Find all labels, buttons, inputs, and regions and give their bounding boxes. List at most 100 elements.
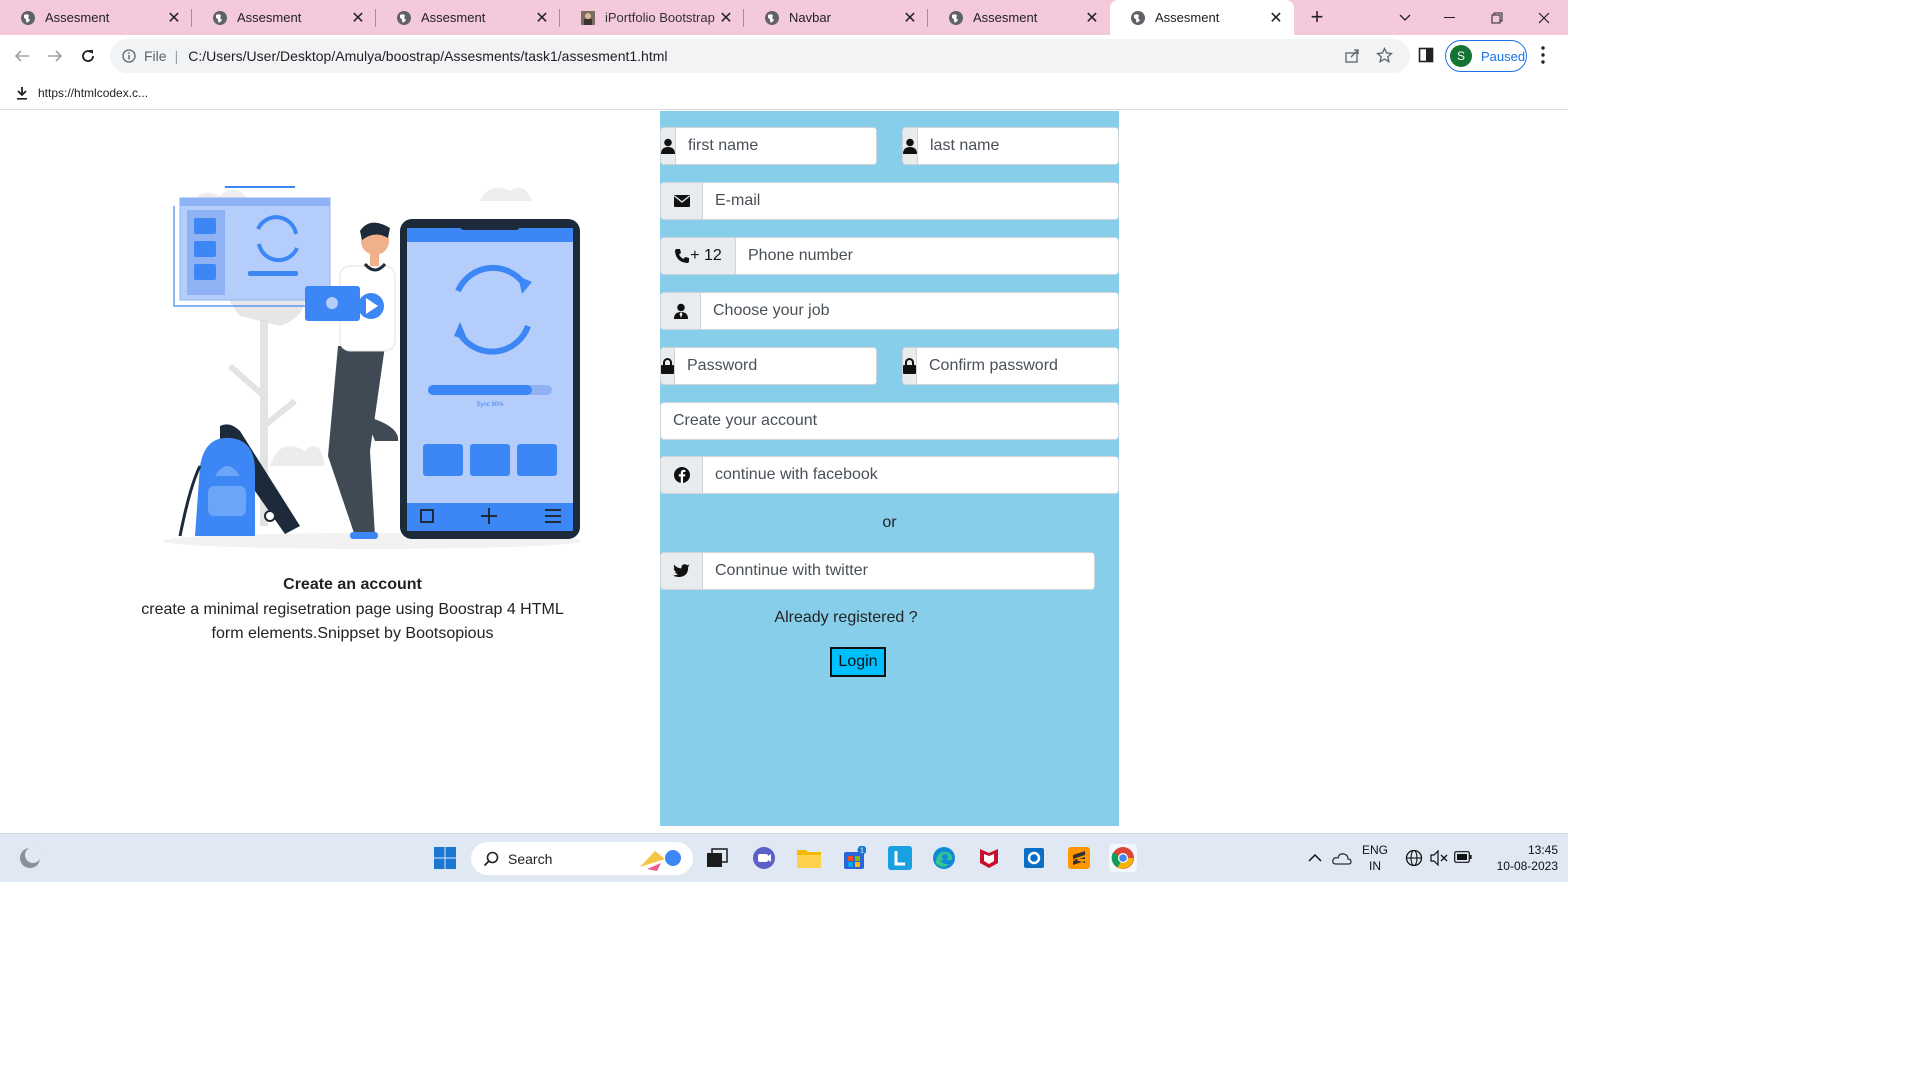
onedrive-cloud-icon[interactable] [1332,850,1352,866]
sublime-text-icon[interactable] [1065,844,1093,872]
bookmark-star-icon[interactable] [1376,47,1393,64]
tab-close-icon[interactable]: ✕ [534,8,550,28]
teams-chat-icon[interactable] [750,844,778,872]
more-menu-icon[interactable] [1540,45,1546,65]
mcafee-icon[interactable] [975,844,1003,872]
globe-icon [213,10,227,25]
new-tab-button[interactable]: + [1304,4,1330,30]
input-language[interactable]: ENG IN [1358,842,1392,874]
side-panel-icon[interactable] [1418,47,1434,63]
globe-icon [21,10,35,25]
user-icon [661,128,676,164]
tab-navbar[interactable]: Navbar ✕ [744,0,928,35]
tab-assesment-1[interactable]: Assesment ✕ [0,0,192,35]
tab-assesment-3[interactable]: Assesment ✕ [376,0,560,35]
file-explorer-icon[interactable] [795,844,823,872]
reload-button[interactable] [75,43,101,69]
restore-button[interactable] [1474,0,1520,35]
user-tie-icon [661,293,701,329]
globe-icon [397,10,411,25]
region-code: IN [1369,859,1381,873]
profile-status: Paused [1481,48,1526,64]
globe-icon [1131,10,1145,25]
phone-code-addon: + 12 [661,238,736,274]
info-icon[interactable] [122,49,136,63]
job-input[interactable] [701,293,1118,329]
tab-close-icon[interactable]: ✕ [1084,8,1100,28]
address-divider: | [174,48,179,64]
reload-icon [82,50,94,62]
last-name-input[interactable] [918,128,1118,164]
tab-iportfolio[interactable]: iPortfolio Bootstrap Te ✕ [560,0,744,35]
first-name-input[interactable] [676,128,876,164]
speaker-muted-icon[interactable] [1430,850,1448,866]
caption-heading: Create an account [283,576,422,593]
microsoft-store-icon[interactable]: 1 [840,844,868,872]
twitter-icon [661,553,703,589]
l-app-icon[interactable] [886,844,914,872]
first-name-group [660,127,877,165]
address-bar[interactable]: File | C:/Users/User/Desktop/Amulya/boos… [110,39,1410,73]
password-group [660,347,877,385]
edge-browser-icon[interactable] [930,844,958,872]
caption-line-1: create a minimal regisetration page usin… [141,600,564,618]
clock-time: 13:45 [1527,843,1558,857]
windows-start-icon[interactable] [431,844,459,872]
tab-close-icon[interactable]: ✕ [718,8,734,28]
download-item-link[interactable]: https://htmlcodex.c... [38,86,148,100]
envelope-icon [661,183,703,219]
task-view-icon[interactable] [703,844,731,872]
back-button[interactable] [9,43,35,69]
twitter-input[interactable] [703,553,1094,589]
scheme-label: File [144,48,167,64]
email-input[interactable] [703,183,1118,219]
facebook-input[interactable] [703,457,1118,493]
tab-title: Assesment [973,10,1038,25]
confirm-password-input[interactable] [917,348,1118,384]
job-group [660,292,1119,330]
facebook-group [660,456,1119,494]
chrome-taskbar-icon[interactable] [1109,844,1137,872]
close-window-button[interactable] [1521,0,1567,35]
outlook-icon[interactable] [1020,844,1048,872]
browser-window: Assesment ✕ Assesment ✕ Assesment ✕ iPor… [0,0,1568,882]
phone-number-input[interactable] [736,238,1118,274]
tab-close-icon[interactable]: ✕ [902,8,918,28]
taskbar-search-box[interactable]: Search [471,842,693,875]
tab-close-icon[interactable]: ✕ [1268,8,1284,28]
forward-button[interactable] [42,43,68,69]
tab-close-icon[interactable]: ✕ [166,8,182,28]
minimize-button[interactable] [1427,0,1473,35]
password-input[interactable] [675,348,876,384]
or-divider-text: or [882,514,897,531]
url-text[interactable]: C:/Users/User/Desktop/Amulya/boostrap/As… [188,48,667,64]
network-globe-icon[interactable] [1405,849,1423,867]
create-account-input[interactable] [660,402,1119,440]
tab-search-chevron-icon[interactable] [1382,0,1428,35]
profile-button[interactable]: S Paused [1445,40,1527,72]
tray-chevron-up-icon[interactable] [1308,853,1322,862]
browser-toolbar: File | C:/Users/User/Desktop/Amulya/boos… [0,35,1568,77]
lock-icon [903,348,917,384]
back-arrow-icon [14,50,29,62]
lock-icon [661,348,675,384]
battery-icon[interactable] [1454,851,1472,863]
caption-line-2: form elements.Snippset by Bootsopious [211,625,494,642]
tab-title: Assesment [45,10,110,25]
user-icon [903,128,918,164]
clock[interactable]: 13:45 10-08-2023 [1478,842,1558,874]
tab-assesment-4[interactable]: Assesment ✕ [928,0,1110,35]
tab-assesment-active[interactable]: Assesment ✕ [1110,0,1294,35]
language-code: ENG [1361,843,1388,857]
twitter-group [660,552,1095,590]
tab-assesment-2[interactable]: Assesment ✕ [192,0,376,35]
weather-widget-icon[interactable] [16,844,44,872]
login-button[interactable]: Login [830,647,886,677]
share-icon[interactable] [1344,47,1361,64]
registration-form-panel: + 12 [660,111,1119,826]
taskbar-search-label: Search [508,850,553,867]
sync-progress-label: Sync 80% [476,402,504,408]
tab-close-icon[interactable]: ✕ [350,8,366,28]
confirm-password-group [902,347,1119,385]
download-bar: https://htmlcodex.c... [0,77,1568,110]
